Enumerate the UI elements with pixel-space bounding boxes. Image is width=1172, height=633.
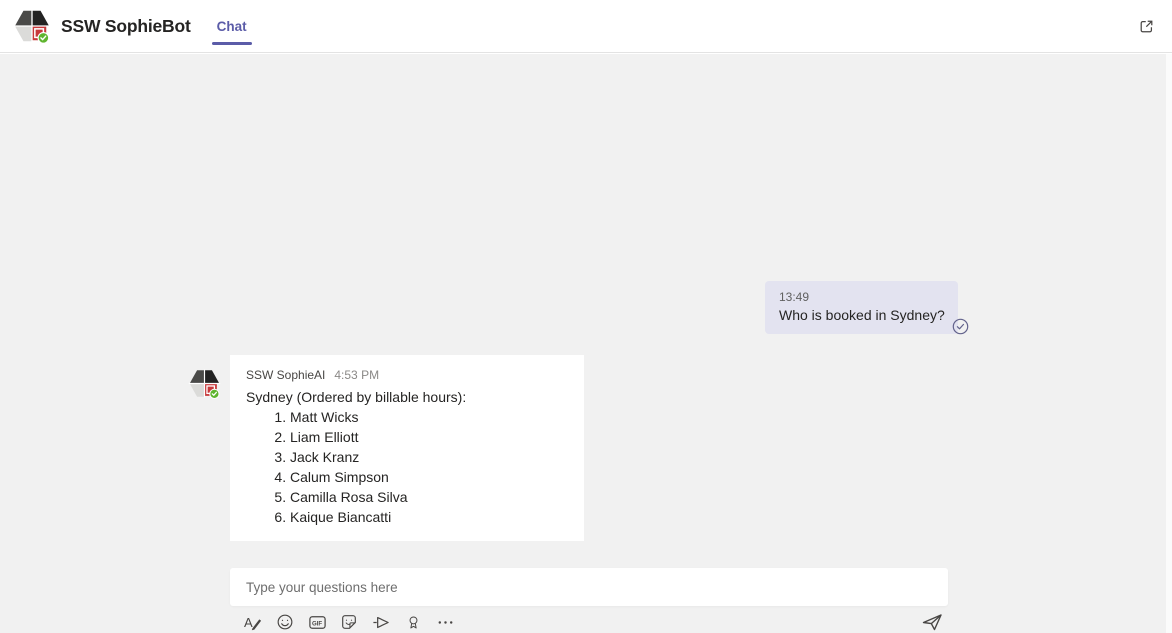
sticker-icon [340,613,358,631]
list-item: Calum Simpson [290,467,568,487]
stream-icon [371,613,391,632]
composer-toolbar: A GIF [243,612,455,632]
bot-message-text: Sydney (Ordered by billable hours): [246,387,568,407]
bot-sender-name: SSW SophieAI [246,368,325,382]
list-item: Liam Elliott [290,427,568,447]
sent-check-icon [952,318,969,335]
emoji-icon [276,613,294,631]
bot-message-card[interactable]: SSW SophieAI 4:53 PM Sydney (Ordered by … [230,355,584,541]
praise-button[interactable] [403,612,423,632]
list-item: Kaique Biancatti [290,507,568,527]
send-icon [920,611,944,633]
send-button[interactable] [920,611,944,633]
user-message-timestamp: 13:49 [779,290,945,304]
svg-text:GIF: GIF [311,620,321,627]
open-in-new-window-icon [1138,18,1155,35]
billable-hours-list: Matt WicksLiam ElliottJack KranzCalum Si… [246,407,568,527]
tab-active-underline [212,42,252,46]
chat-area: 13:49 Who is booked in Sydney? SSW Sophi… [0,54,1172,633]
emoji-button[interactable] [275,612,295,632]
gif-icon: GIF [308,613,327,632]
praise-icon [406,613,421,632]
list-item: Jack Kranz [290,447,568,467]
format-button[interactable]: A [243,612,263,632]
bot-avatar[interactable] [188,367,221,400]
list-item: Matt Wicks [290,407,568,427]
more-options-icon [436,613,455,632]
sticker-button[interactable] [339,612,359,632]
ssw-logo-icon [13,7,51,45]
open-in-new-window-button[interactable] [1132,12,1160,40]
list-item: Camilla Rosa Silva [290,487,568,507]
gif-button[interactable]: GIF [307,612,327,632]
format-icon: A [243,612,263,632]
app-header: SSW SophieBot Chat [0,0,1172,53]
stream-button[interactable] [371,612,391,632]
tab-chat[interactable]: Chat [215,0,249,52]
bot-message-timestamp: 4:53 PM [334,368,379,382]
svg-text:A: A [244,615,253,630]
bot-message-header: SSW SophieAI 4:53 PM [246,368,568,382]
app-title: SSW SophieBot [61,16,191,37]
scrollbar-track[interactable] [1166,54,1172,633]
message-input[interactable] [230,568,948,606]
more-options-button[interactable] [435,612,455,632]
user-message-text: Who is booked in Sydney? [779,307,945,323]
tab-chat-label: Chat [217,19,247,34]
user-message-bubble[interactable]: 13:49 Who is booked in Sydney? [765,281,958,334]
